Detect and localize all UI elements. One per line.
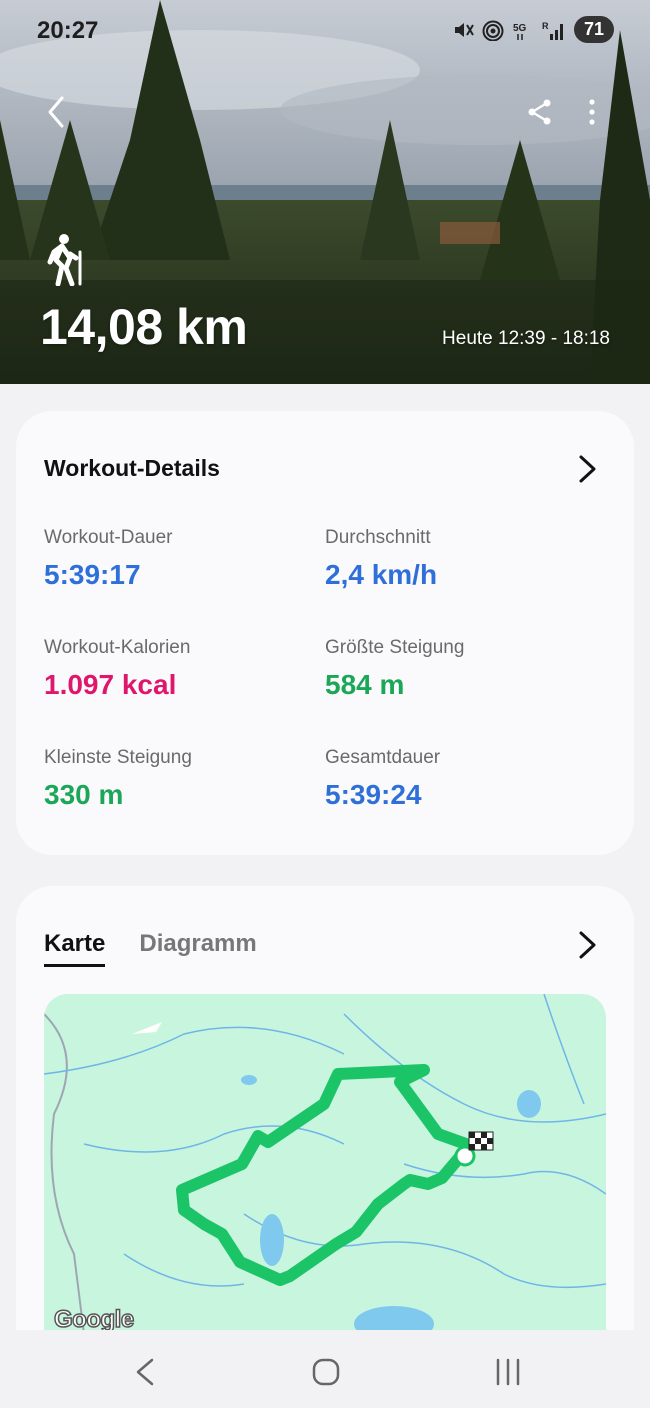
more-options-button[interactable] xyxy=(570,90,614,134)
5g-icon: 5G xyxy=(513,23,527,40)
route-map[interactable]: Google xyxy=(44,994,606,1334)
system-navigation-bar xyxy=(0,1330,650,1408)
total-distance: 14,08 km xyxy=(40,299,248,355)
back-button[interactable] xyxy=(34,90,78,134)
metric-min-elevation: Kleinste Steigung 330 m xyxy=(44,747,314,811)
status-bar: 20:27 5G R 71 xyxy=(0,0,650,62)
hero-header: 20:27 5G R 71 14,08 km Heute 12:39 - 18:… xyxy=(0,0,650,384)
battery-indicator: 71 xyxy=(573,16,614,43)
tab-karte[interactable]: Karte xyxy=(44,930,106,967)
back-nav-button[interactable] xyxy=(488,1352,528,1392)
metric-label: Workout-Dauer xyxy=(44,527,173,548)
share-icon xyxy=(528,99,551,125)
metric-value: 330 m xyxy=(44,779,124,810)
workout-time-range: Heute 12:39 - 18:18 xyxy=(442,328,610,349)
metric-label: Größte Steigung xyxy=(325,637,465,658)
map-graphic xyxy=(44,994,606,1334)
map-card: Karte Diagramm Google xyxy=(16,886,634,1346)
metric-value: 1.097 kcal xyxy=(44,669,177,700)
mute-icon xyxy=(454,22,474,37)
metric-workout-duration: Workout-Dauer 5:39:17 xyxy=(44,527,314,591)
svg-text:R: R xyxy=(542,21,549,31)
metric-value: 5:39:17 xyxy=(44,559,141,590)
chevron-right-icon[interactable] xyxy=(572,930,602,960)
chevron-right-icon[interactable] xyxy=(572,454,602,484)
metric-label: Workout-Kalorien xyxy=(44,637,191,658)
map-tabs: Karte Diagramm xyxy=(44,930,257,967)
metric-label: Durchschnitt xyxy=(325,527,431,548)
hiking-icon xyxy=(47,234,82,286)
status-time: 20:27 xyxy=(37,17,99,44)
signal-icon: R xyxy=(542,21,563,40)
more-vertical-icon xyxy=(589,99,595,125)
status-icons: 5G R 71 xyxy=(452,16,614,43)
metric-value: 5:39:24 xyxy=(325,779,422,810)
metric-max-elevation: Größte Steigung 584 m xyxy=(325,637,595,701)
metric-average-speed: Durchschnitt 2,4 km/h xyxy=(325,527,595,591)
chevron-left-icon xyxy=(48,96,64,128)
share-button[interactable] xyxy=(518,90,562,134)
metric-value: 584 m xyxy=(325,669,405,700)
finish-flag-icon xyxy=(468,1131,494,1151)
tab-diagramm[interactable]: Diagramm xyxy=(139,930,256,967)
recent-apps-button[interactable] xyxy=(126,1352,166,1392)
metric-label: Gesamtdauer xyxy=(325,747,441,768)
hotspot-icon xyxy=(482,20,504,41)
metric-total-duration: Gesamtdauer 5:39:24 xyxy=(325,747,595,811)
home-button[interactable] xyxy=(306,1352,346,1392)
metric-label: Kleinste Steigung xyxy=(44,747,192,768)
workout-details-card[interactable]: Workout-Details Workout-Dauer 5:39:17 Du… xyxy=(16,411,634,855)
metric-calories: Workout-Kalorien 1.097 kcal xyxy=(44,637,314,701)
metric-value: 2,4 km/h xyxy=(325,559,438,590)
svg-text:5G: 5G xyxy=(513,23,527,34)
workout-details-title: Workout-Details xyxy=(44,455,220,481)
